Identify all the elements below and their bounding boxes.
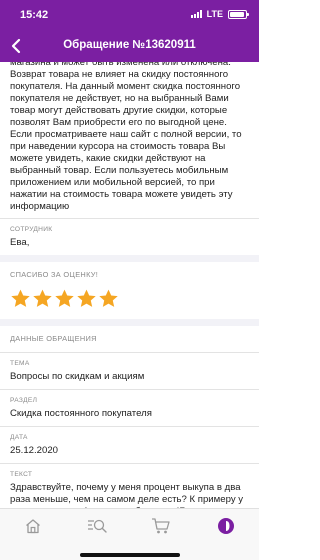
status-bar: 15:42 LTE	[0, 0, 259, 30]
home-icon	[26, 519, 40, 534]
chevron-left-icon	[11, 38, 21, 54]
text-label: ТЕКСТ	[10, 471, 33, 478]
employee-label: СОТРУДНИК	[10, 226, 53, 233]
status-indicators: LTE	[190, 9, 249, 19]
date-value: 25.12.2020	[10, 445, 59, 456]
date-field: ДАТА 25.12.2020	[0, 427, 259, 463]
section-gap	[0, 255, 259, 262]
section-label: РАЗДЕЛ	[10, 397, 38, 404]
tab-bar	[0, 508, 259, 560]
text-field: ТЕКСТ Здравствуйте, почему у меня процен…	[0, 464, 259, 508]
section-value: Скидка постоянного покупателя	[10, 408, 152, 419]
date-label: ДАТА	[10, 434, 28, 441]
section-field: РАЗДЕЛ Скидка постоянного покупателя	[0, 390, 259, 426]
page-title: Обращение №13620911	[63, 39, 196, 51]
star-icon[interactable]	[32, 288, 53, 309]
star-icon[interactable]	[98, 288, 119, 309]
home-indicator	[80, 553, 180, 557]
text-value: Здравствуйте, почему у меня процент выку…	[10, 482, 244, 508]
star-icon[interactable]	[76, 288, 97, 309]
topic-label: ТЕМА	[10, 360, 30, 367]
answer-text: магазина и может быть изменена или отклю…	[10, 62, 242, 212]
topic-value: Вопросы по скидкам и акциям	[10, 371, 145, 382]
cart-icon	[152, 518, 170, 534]
employee-field: СОТРУДНИК Ева,	[0, 219, 259, 255]
nav-bar: Обращение №13620911	[0, 30, 259, 62]
signal-icon	[190, 10, 202, 18]
tab-home[interactable]	[21, 514, 45, 538]
tab-search[interactable]	[85, 514, 109, 538]
rating-label: СПАСИБО ЗА ОЦЕНКУ!	[10, 270, 99, 279]
topic-field: ТЕМА Вопросы по скидкам и акциям	[0, 353, 259, 389]
star-icon[interactable]	[10, 288, 31, 309]
request-data-label: ДАННЫЕ ОБРАЩЕНИЯ	[10, 334, 97, 343]
employee-value: Ева,	[10, 237, 30, 248]
rating-stars	[0, 280, 259, 319]
back-button[interactable]	[4, 33, 28, 59]
battery-icon	[228, 9, 249, 19]
star-icon[interactable]	[54, 288, 75, 309]
section-gap	[0, 319, 259, 326]
profile-icon	[218, 518, 234, 534]
tab-profile[interactable]	[214, 514, 238, 538]
network-type: LTE	[206, 9, 223, 19]
request-details: магазина и может быть изменена или отклю…	[0, 62, 259, 508]
status-time: 15:42	[20, 9, 49, 21]
app-header: 15:42 LTE Обращение №13620911	[0, 0, 259, 62]
search-icon	[88, 519, 107, 533]
tab-cart[interactable]	[149, 514, 173, 538]
